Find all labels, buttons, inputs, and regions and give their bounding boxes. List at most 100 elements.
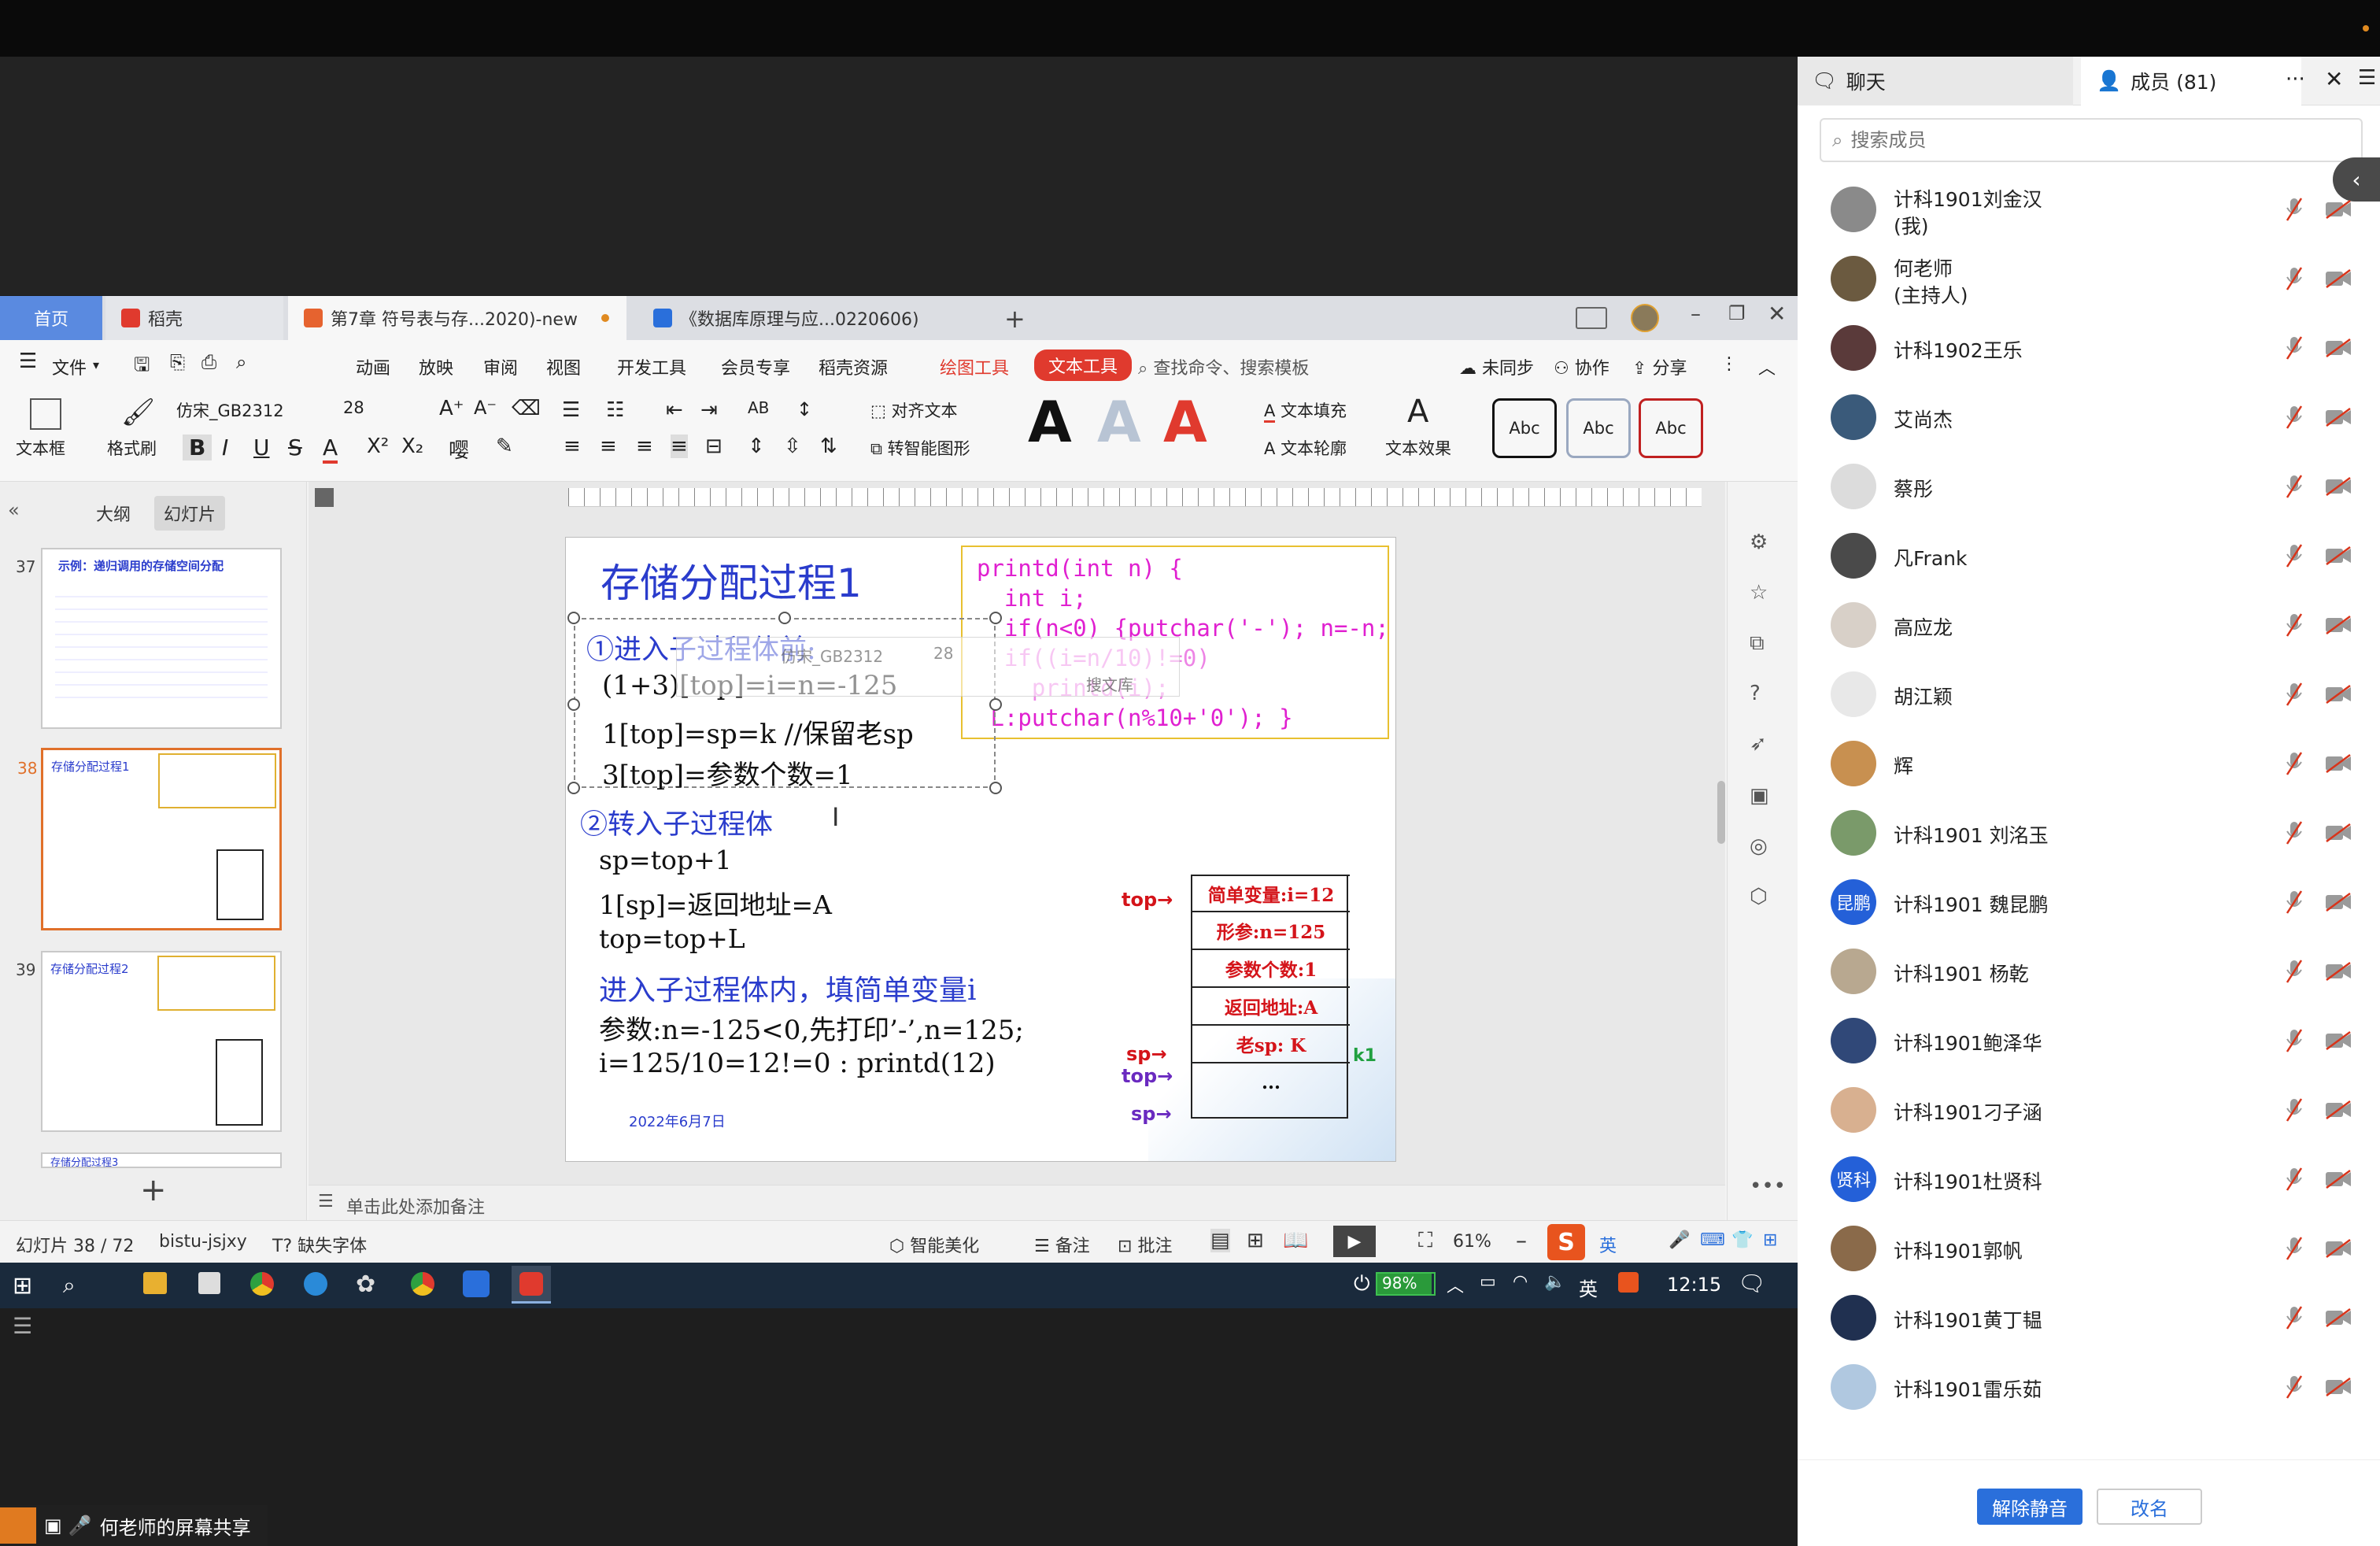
mic-muted-icon[interactable] (2286, 1097, 2303, 1123)
tab-home[interactable]: 首页 (0, 296, 102, 340)
text-outline-button[interactable]: A 文本轮廓 (1264, 436, 1347, 460)
camera-off-icon[interactable] (2325, 1238, 2352, 1259)
export-icon[interactable]: ⎘ (170, 351, 185, 373)
comment-toggle[interactable]: ⊡ 批注 (1118, 1232, 1172, 1257)
normal-view-icon[interactable]: ▤ (1210, 1229, 1230, 1252)
print-icon[interactable]: ⎙ (201, 351, 216, 373)
add-slide-button[interactable]: + (140, 1174, 167, 1206)
camera-off-icon[interactable] (2325, 338, 2352, 358)
member-row[interactable]: 辉 (1798, 729, 2380, 798)
camera-off-icon[interactable] (2325, 1307, 2352, 1328)
resize-handle[interactable] (567, 612, 580, 624)
menu-text-tools[interactable]: 文本工具 (1034, 350, 1133, 381)
member-row[interactable]: 计科1901鲍泽华 (1798, 1006, 2380, 1075)
image-icon[interactable]: ▣ (1750, 784, 1769, 808)
notes-pane[interactable]: ☰ 单击此处添加备注 (309, 1185, 1725, 1220)
text-direction-icon[interactable]: AB (748, 398, 769, 417)
member-row[interactable]: 计科1901 刘洺玉 (1798, 798, 2380, 867)
zoom-level[interactable]: 61% (1453, 1232, 1491, 1252)
more-icon[interactable]: ··· (2286, 68, 2305, 91)
screen-share-banner[interactable]: ▣ 🎤 何老师的屏幕共享 (0, 1505, 268, 1546)
tab-docer[interactable]: 稻壳 (105, 296, 283, 340)
mic-muted-icon[interactable] (2286, 266, 2303, 291)
meeting-app-icon[interactable] (463, 1270, 490, 1297)
menu-member[interactable]: 会员专享 (721, 354, 790, 379)
more-dots-icon[interactable]: ••• (1750, 1174, 1786, 1198)
tray-icon[interactable]: ▭ (1480, 1272, 1496, 1292)
abc-style-2[interactable]: Abc (1566, 398, 1631, 458)
textbox-label[interactable]: 文本框 (16, 436, 65, 460)
mic-muted-icon[interactable] (2286, 1305, 2303, 1330)
slide-thumb-38[interactable]: 存储分配过程1 (41, 748, 282, 930)
slide-thumb-40[interactable]: 存储分配过程3 (41, 1152, 282, 1169)
member-row[interactable]: 计科1901雷乐茹 (1798, 1352, 2380, 1422)
resize-handle[interactable] (567, 698, 580, 711)
smart-shape-button[interactable]: ⧉ 转智能图形 (870, 436, 970, 460)
volume-icon[interactable]: 🔈 (1544, 1272, 1565, 1292)
rocket-icon[interactable]: ➶ (1750, 732, 1767, 756)
member-search-input[interactable] (1850, 129, 2323, 151)
abc-style-1[interactable]: Abc (1492, 398, 1557, 458)
camera-off-icon[interactable] (2325, 892, 2352, 912)
menu-review[interactable]: 审阅 (483, 354, 518, 379)
camera-off-icon[interactable] (2325, 546, 2352, 566)
align-text-button[interactable]: ⬚ 对齐文本 (870, 398, 958, 422)
menu-animation[interactable]: 动画 (356, 354, 390, 379)
mic-muted-icon[interactable] (2286, 197, 2303, 222)
camera-off-icon[interactable] (2325, 1169, 2352, 1189)
tab-members[interactable]: 👤 成员 (81) (2081, 57, 2301, 105)
fit-icon[interactable]: ⛶ (1418, 1229, 1432, 1253)
numbering-icon[interactable]: ☷ (606, 398, 624, 422)
tab-chat[interactable]: 🗨 聊天 (1798, 57, 2073, 105)
align-center-icon[interactable]: ≡ (600, 435, 617, 458)
member-search[interactable]: ⌕ (1820, 118, 2363, 162)
mic-muted-icon[interactable] (2286, 1374, 2303, 1400)
unmute-button[interactable]: 解除静音 (1977, 1489, 2082, 1525)
cube-icon[interactable]: ⬡ (1750, 885, 1768, 908)
share-button[interactable]: ⇪ 分享 (1632, 354, 1687, 379)
copy-icon[interactable]: ⧉ (1750, 631, 1765, 656)
resize-handle[interactable] (989, 782, 1002, 794)
ime-skin-icon[interactable]: 👕 (1731, 1230, 1753, 1250)
close-window-button[interactable]: ✕ (1768, 301, 1786, 327)
member-row[interactable]: 计科1901 杨乾 (1798, 937, 2380, 1006)
grow-font-icon[interactable]: A⁺ (439, 397, 464, 420)
subscript-button[interactable]: X₂ (401, 435, 423, 458)
mic-muted-icon[interactable] (2286, 405, 2303, 430)
ime-mic-icon[interactable]: 🎤 (1669, 1230, 1690, 1250)
mic-muted-icon[interactable] (2286, 890, 2303, 915)
textbox-icon[interactable] (30, 398, 61, 430)
notes-toggle[interactable]: ☰ 备注 (1034, 1232, 1090, 1257)
bullets-icon[interactable]: ☰ (562, 398, 580, 422)
camera-off-icon[interactable] (2325, 199, 2352, 220)
slide-canvas[interactable]: 存储分配过程1 printd(int n) { int i; if(n<0) {… (565, 537, 1396, 1162)
collapse-ribbon-icon[interactable]: ︿ (1758, 354, 1776, 379)
clock[interactable]: 12:15 (1667, 1274, 1721, 1296)
mic-muted-icon[interactable] (2286, 751, 2303, 776)
compass-icon[interactable]: ◎ (1750, 834, 1768, 858)
battery-indicator[interactable]: 98% (1376, 1272, 1436, 1296)
menu-docer-resources[interactable]: 稻壳资源 (819, 354, 888, 379)
user-avatar[interactable] (1631, 304, 1659, 332)
font-select[interactable]: 仿宋_GB2312 (176, 398, 334, 423)
floating-format-toolbar[interactable]: 仿宋_GB2312 28 搜文库 (676, 637, 1180, 697)
slide-title[interactable]: 存储分配过程1 (601, 552, 862, 608)
text-effect-label[interactable]: 文本效果 (1385, 436, 1451, 460)
chevron-up-icon[interactable]: ︿ (1447, 1272, 1464, 1297)
tab-document-ppt[interactable]: 第7章 符号表与存...2020)-new (288, 296, 626, 340)
ime-keyboard-icon[interactable]: ⌨ (1700, 1230, 1725, 1250)
camera-off-icon[interactable] (2325, 1100, 2352, 1120)
bold-button[interactable]: B (183, 435, 213, 460)
layout-icon[interactable] (1576, 307, 1607, 329)
close-icon[interactable]: ✕ (2325, 66, 2343, 92)
text-fill-button[interactable]: A 文本填充 (1264, 398, 1347, 423)
menu-view[interactable]: 视图 (546, 354, 581, 379)
underline-button[interactable]: U (253, 435, 270, 460)
resize-handle[interactable] (778, 612, 791, 624)
sort-icon[interactable]: ↕ (796, 398, 812, 420)
distribute-icon[interactable]: ⊟ (705, 435, 722, 458)
highlight-icon[interactable]: ✎ (496, 435, 513, 458)
missing-font-button[interactable]: T? 缺失字体 (272, 1232, 367, 1257)
mic-muted-icon[interactable] (2286, 474, 2303, 499)
mic-muted-icon[interactable] (2286, 820, 2303, 845)
